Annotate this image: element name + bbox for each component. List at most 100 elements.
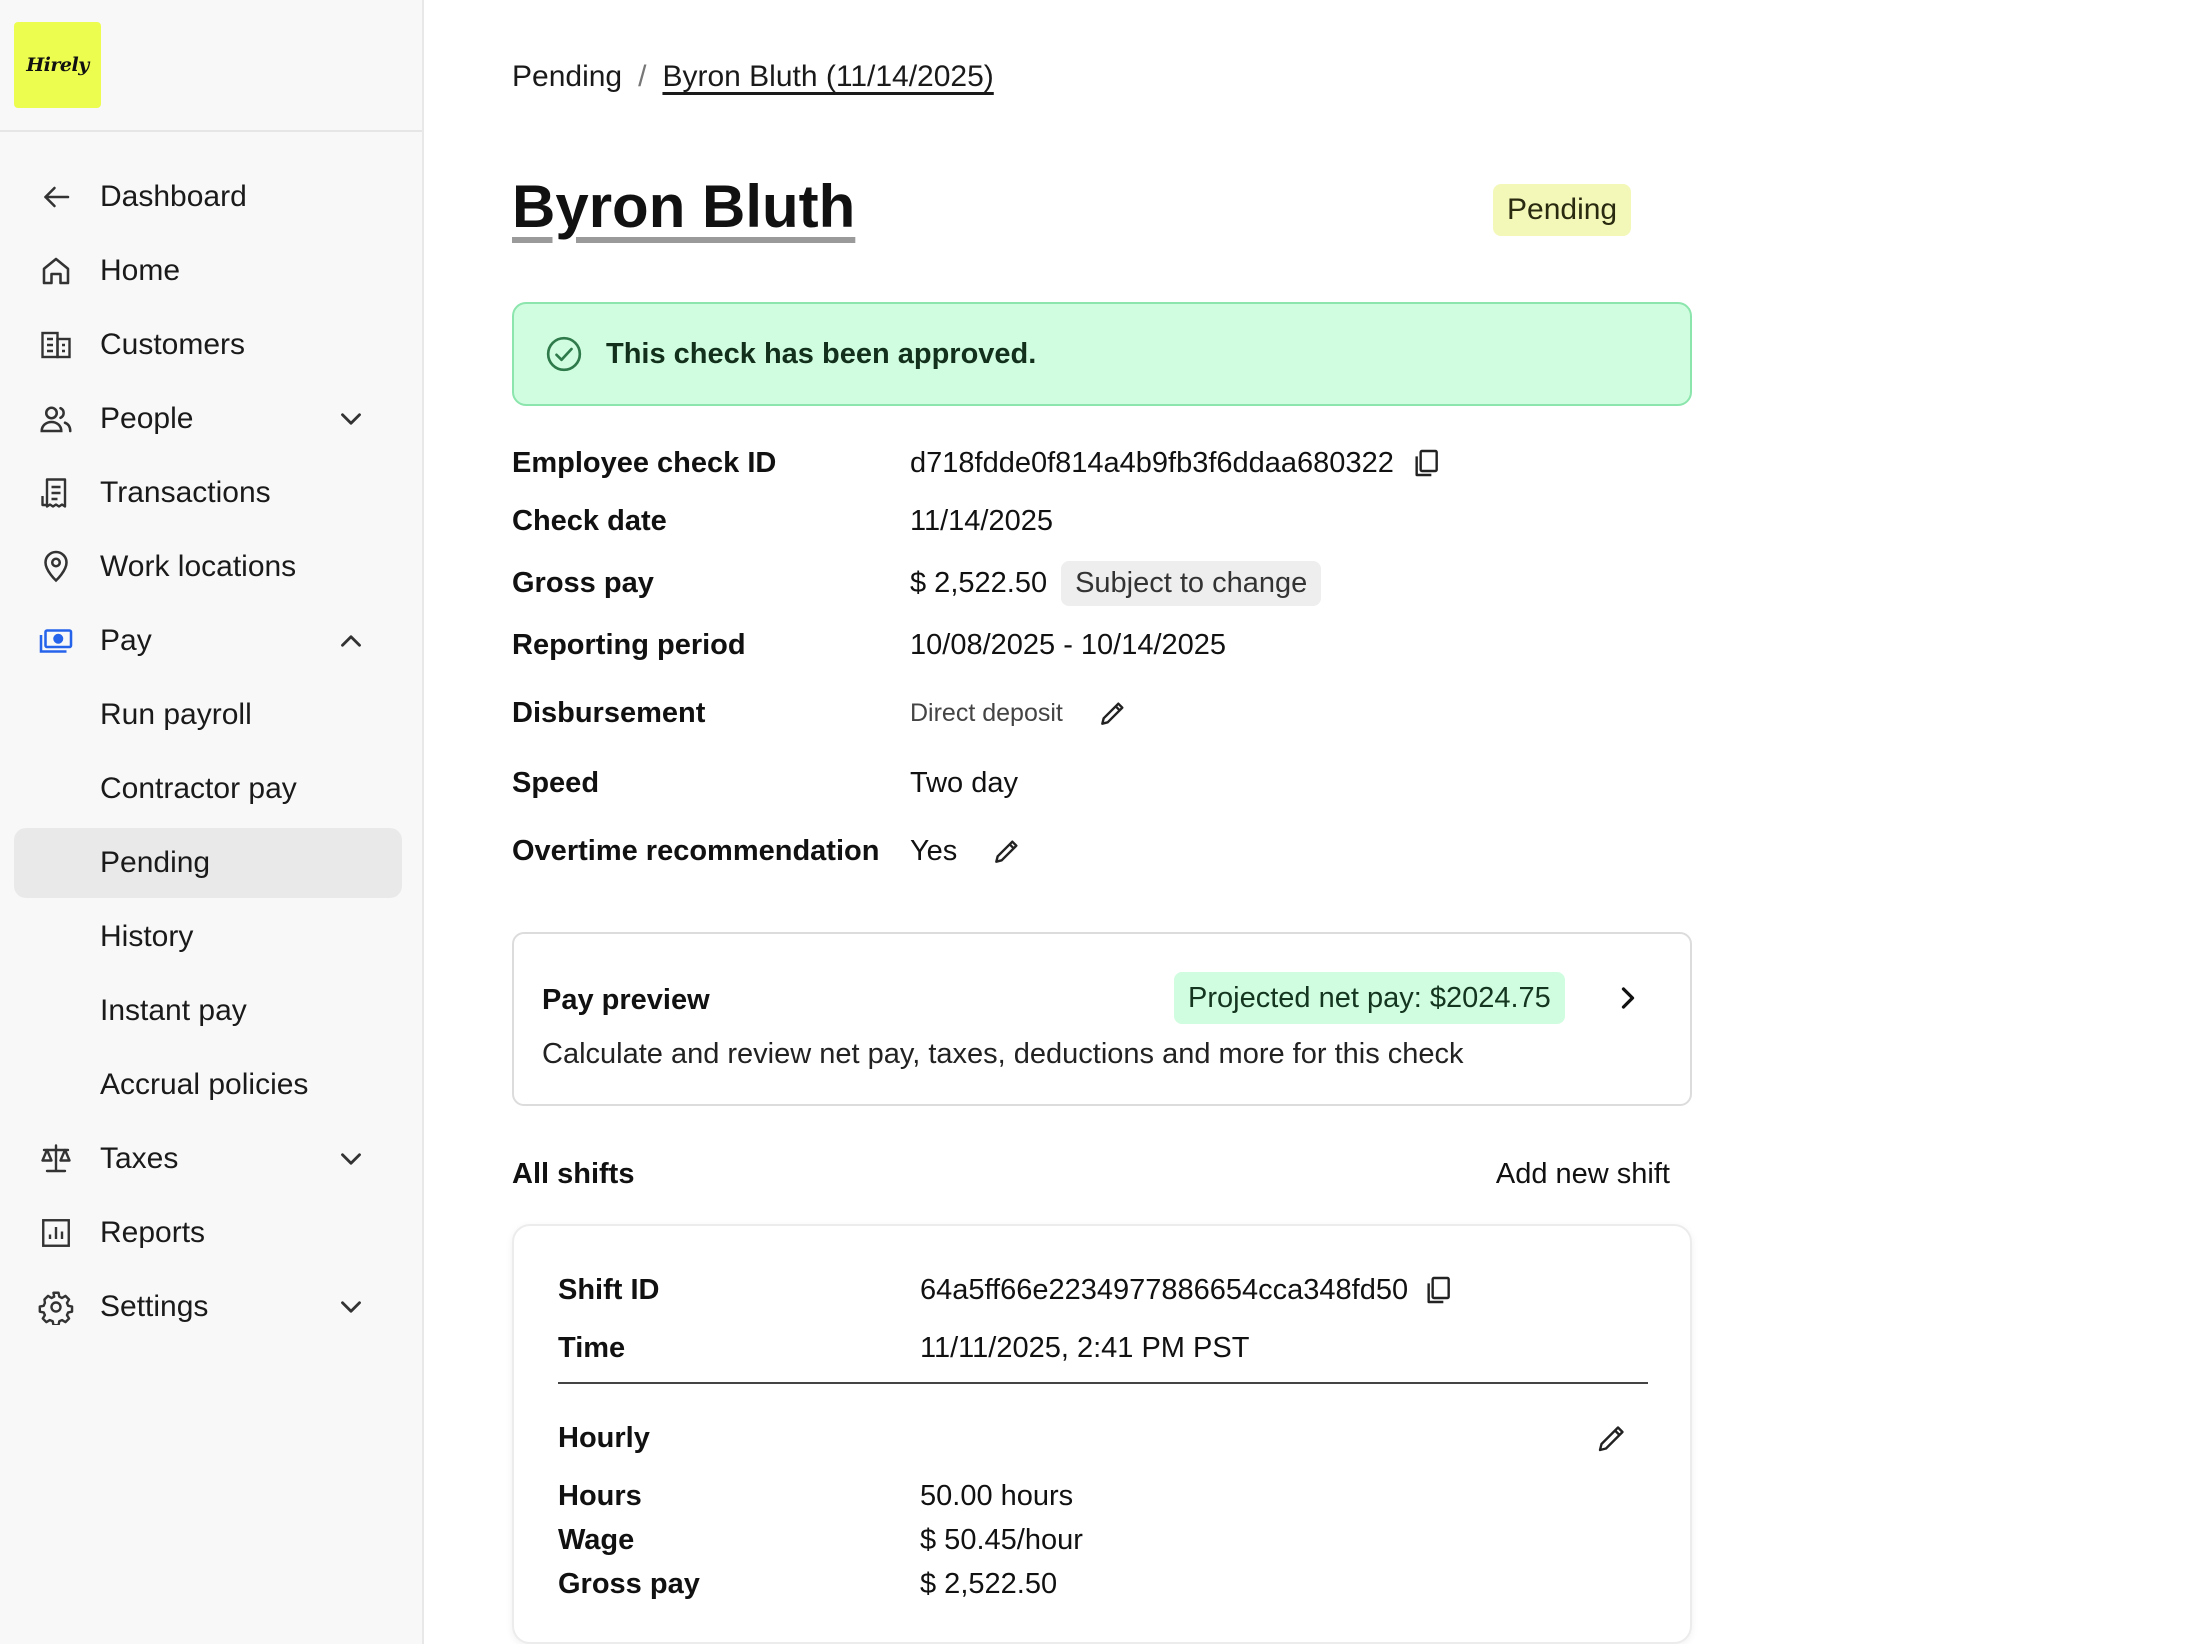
shift-row-time: Time 11/11/2025, 2:41 PM PST [558,1326,1648,1370]
sidebar-item-taxes[interactable]: Taxes [0,1122,424,1196]
sidebar-item-work-locations[interactable]: Work locations [0,530,424,604]
disbursement-value: Direct deposit [910,698,1063,727]
logo-area: Hirely [0,0,422,132]
detail-row-gross-pay: Gross pay $ 2,522.50 Subject to change [512,558,1692,608]
sidebar-item-run-payroll[interactable]: Run payroll [0,678,424,752]
check-circle-icon [546,336,582,372]
shift-hours: 50.00 hours [920,1479,1074,1512]
sidebar-item-settings[interactable]: Settings [0,1270,424,1344]
shifts-header: All shifts Add new shift [512,1150,1692,1200]
pencil-icon[interactable] [1594,1420,1630,1456]
sidebar-item-pending[interactable]: Pending [0,826,424,900]
shift-wage: $ 50.45/hour [920,1523,1083,1556]
sidebar-item-contractor-pay[interactable]: Contractor pay [0,752,424,826]
sidebar-item-label: Contractor pay [100,772,297,805]
chevron-down-icon[interactable] [334,402,368,436]
shift-divider [558,1382,1648,1384]
employee-check-id: d718fdde0f814a4b9fb3f6ddaa680322 [910,446,1394,479]
sidebar-item-label: Taxes [100,1142,179,1175]
sidebar-item-dashboard[interactable]: Dashboard [0,160,424,234]
arrow-left-icon [36,177,76,217]
pay-preview-title: Pay preview [542,984,710,1016]
sidebar-item-label: Pending [100,846,211,879]
sidebar-item-label: Run payroll [100,698,252,731]
sidebar-item-history[interactable]: History [0,900,424,974]
sidebar-item-people[interactable]: People [0,382,424,456]
copy-icon[interactable] [1420,1272,1456,1308]
pay-preview-description: Calculate and review net pay, taxes, ded… [542,1038,1464,1070]
breadcrumb-parent-link[interactable]: Pending [512,60,622,94]
sidebar-item-label: Work locations [100,550,297,583]
detail-row-check-date: Check date 11/14/2025 [512,496,1692,546]
detail-value: d718fdde0f814a4b9fb3f6ddaa680322 [910,445,1444,481]
shift-row-gross-pay: Gross pay $ 2,522.50 [558,1562,1648,1606]
shift-type: Hourly [558,1421,650,1454]
gross-pay-amount: $ 2,522.50 [910,566,1048,599]
detail-label: Speed [512,766,600,799]
overtime-value: Yes [910,834,958,867]
chevron-up-icon[interactable] [334,624,368,658]
sidebar-item-label: Dashboard [100,180,247,213]
detail-label: Check date [512,504,667,537]
gear-icon [36,1287,76,1327]
sidebar-item-home[interactable]: Home [0,234,424,308]
sidebar-item-transactions[interactable]: Transactions [0,456,424,530]
sidebar-item-label: Customers [100,328,246,361]
subject-to-change-badge: Subject to change [1061,560,1322,606]
sidebar-item-label: Instant pay [100,994,247,1027]
users-icon [36,399,76,439]
cash-icon [36,621,76,661]
chevron-down-icon[interactable] [334,1290,368,1324]
brand-logo[interactable]: Hirely [14,22,101,108]
shift-label: Shift ID [558,1273,660,1306]
sidebar-item-reports[interactable]: Reports [0,1196,424,1270]
pencil-icon[interactable] [1095,695,1131,731]
sidebar-item-label: Transactions [100,476,271,509]
detail-row-disbursement: Disbursement Direct deposit [512,688,1692,738]
sidebar-item-accrual-policies[interactable]: Accrual policies [0,1048,424,1122]
breadcrumb: Pending / Byron Bluth (11/14/2025) [512,60,994,94]
chevron-right-icon[interactable] [1610,980,1646,1016]
building-icon [36,325,76,365]
detail-label: Disbursement [512,696,706,729]
receipt-icon [36,473,76,513]
detail-label: Overtime recommendation [512,834,880,867]
sidebar-item-instant-pay[interactable]: Instant pay [0,974,424,1048]
shift-label: Gross pay [558,1567,700,1600]
speed-value: Two day [910,766,1018,799]
sidebar-nav: Dashboard Home Customers People Transact… [0,160,424,1344]
detail-value: Yes [910,833,1025,869]
shifts-title: All shifts [512,1158,635,1190]
shift-card: Shift ID 64a5ff66e2234977886654cca348fd5… [512,1224,1692,1644]
add-new-shift-button[interactable]: Add new shift [1496,1158,1670,1191]
sidebar-item-label: History [100,920,194,953]
home-icon [36,251,76,291]
detail-row-speed: Speed Two day [512,758,1692,808]
sidebar-item-customers[interactable]: Customers [0,308,424,382]
map-pin-icon [36,547,76,587]
pencil-icon[interactable] [989,833,1025,869]
chevron-down-icon[interactable] [334,1142,368,1176]
detail-label: Employee check ID [512,446,777,479]
detail-label: Reporting period [512,628,746,661]
shift-id: 64a5ff66e2234977886654cca348fd50 [920,1273,1409,1306]
detail-row-reporting-period: Reporting period 10/08/2025 - 10/14/2025 [512,620,1692,670]
page-title[interactable]: Byron Bluth [512,172,855,241]
projected-net-pay-badge: Projected net pay: $2024.75 [1174,972,1565,1024]
breadcrumb-current[interactable]: Byron Bluth (11/14/2025) [662,60,993,94]
approval-alert-text: This check has been approved. [606,337,1037,370]
copy-icon[interactable] [1408,445,1444,481]
reporting-period: 10/08/2025 - 10/14/2025 [910,628,1227,661]
scale-icon [36,1139,76,1179]
check-date: 11/14/2025 [910,504,1053,537]
sidebar-item-label: Settings [100,1290,209,1323]
chart-icon [36,1213,76,1253]
detail-value: $ 2,522.50 Subject to change [910,560,1322,606]
detail-value: Direct deposit [910,695,1131,731]
sidebar-item-label: Pay [100,624,152,657]
status-badge: Pending [1493,184,1632,236]
sidebar-item-label: Reports [100,1216,206,1249]
sidebar-item-pay[interactable]: Pay [0,604,424,678]
pay-preview-card[interactable]: Pay preview Projected net pay: $2024.75 … [512,932,1692,1106]
sidebar-item-label: Home [100,254,181,287]
